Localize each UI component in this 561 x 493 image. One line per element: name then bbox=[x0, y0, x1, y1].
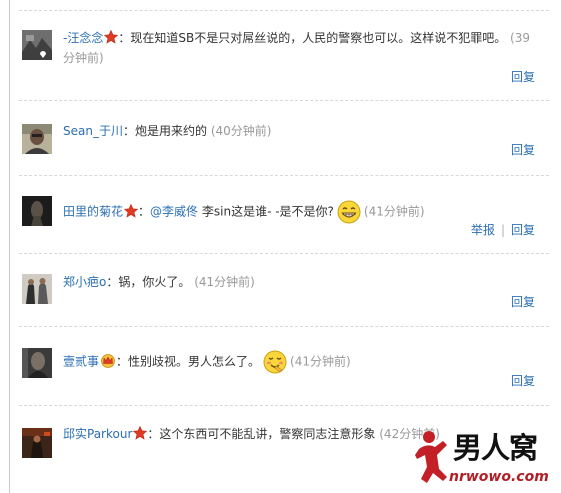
star-badge-icon bbox=[133, 426, 148, 440]
comment-actions: 回复 bbox=[511, 293, 535, 310]
username-link[interactable]: 田里的菊花 bbox=[63, 205, 123, 219]
reply-link[interactable]: 回复 bbox=[511, 295, 535, 309]
mention-link[interactable]: @李威佟 bbox=[150, 205, 198, 219]
avatar[interactable] bbox=[22, 428, 52, 458]
crown-badge-icon bbox=[100, 353, 116, 368]
comment-actions: 回复 bbox=[511, 372, 535, 389]
reply-link[interactable]: 回复 bbox=[511, 374, 535, 388]
comment-list: -汪念念 ：现在知道SB不是只对屌丝说的，人民的警察也可以。这样说不犯罪吧。 (3… bbox=[9, 0, 561, 493]
star-badge-icon bbox=[104, 30, 119, 44]
avatar[interactable] bbox=[22, 196, 52, 226]
separator bbox=[19, 253, 549, 254]
separator bbox=[19, 100, 549, 101]
separator bbox=[19, 10, 549, 11]
comment-text: Sean_于川：炮是用来约的 (40分钟前) bbox=[63, 124, 272, 138]
comment-text: 郑小疤o：锅，你火了。 (41分钟前) bbox=[63, 275, 255, 289]
username-link[interactable]: 邱实Parkour bbox=[63, 427, 132, 441]
username-link[interactable]: -汪念念 bbox=[63, 31, 103, 45]
comment-content: 现在知道SB不是只对屌丝说的，人民的警察也可以。这样说不犯罪吧。 bbox=[130, 31, 507, 45]
star-badge-icon bbox=[124, 203, 139, 218]
divider: | bbox=[500, 223, 505, 237]
avatar[interactable] bbox=[22, 348, 52, 378]
comment-content: 锅，你火了。 bbox=[118, 275, 191, 289]
reply-link[interactable]: 回复 bbox=[511, 143, 535, 157]
reply-link[interactable]: 回复 bbox=[511, 223, 535, 237]
comment-actions: 举报 | 回复 bbox=[471, 221, 535, 238]
comment-text: -汪念念 ：现在知道SB不是只对屌丝说的，人民的警察也可以。这样说不犯罪吧。 (3… bbox=[63, 30, 530, 65]
comment-content: 这个东西可不能乱讲，警察同志注意形象 bbox=[159, 427, 376, 441]
grin-emoticon-icon bbox=[337, 200, 361, 224]
watermark-url: nrwowo.com bbox=[449, 469, 549, 485]
timestamp: (41分钟前) bbox=[194, 275, 255, 289]
report-link[interactable]: 举报 bbox=[471, 223, 495, 237]
avatar[interactable] bbox=[22, 274, 52, 304]
avatar[interactable] bbox=[22, 30, 52, 60]
username-link[interactable]: 郑小疤o bbox=[63, 275, 106, 289]
comment-content: 炮是用来约的 bbox=[134, 124, 207, 138]
comment-text: 田里的菊花 ：@李威佟 李sin这是谁- -是不是你? (41分钟前) bbox=[63, 200, 541, 224]
watermark-title: 男人窝 bbox=[453, 431, 538, 465]
timestamp: (41分钟前) bbox=[363, 204, 425, 219]
timestamp: (40分钟前) bbox=[210, 124, 272, 138]
timestamp: (41分钟前) bbox=[290, 354, 351, 369]
comment-content: 李sin这是谁- -是不是你? bbox=[201, 204, 334, 219]
snicker-emoticon-icon bbox=[263, 350, 287, 374]
comment-actions: 回复 bbox=[511, 141, 535, 158]
comment-actions: 回复 bbox=[511, 68, 535, 85]
reply-link[interactable]: 回复 bbox=[511, 70, 535, 84]
avatar[interactable] bbox=[22, 124, 52, 154]
separator bbox=[19, 175, 549, 176]
separator bbox=[19, 326, 549, 327]
username-link[interactable]: Sean_于川 bbox=[63, 124, 123, 138]
separator bbox=[19, 405, 549, 406]
username-link[interactable]: 壹贰事 bbox=[63, 355, 99, 369]
comment-text: 壹贰事 ：性别歧视。男人怎么了。 (41分钟前) bbox=[63, 350, 541, 374]
watermark-logo: 男人窝 nrwowo.com bbox=[413, 425, 561, 493]
comment-content: 性别歧视。男人怎么了。 bbox=[128, 354, 261, 369]
